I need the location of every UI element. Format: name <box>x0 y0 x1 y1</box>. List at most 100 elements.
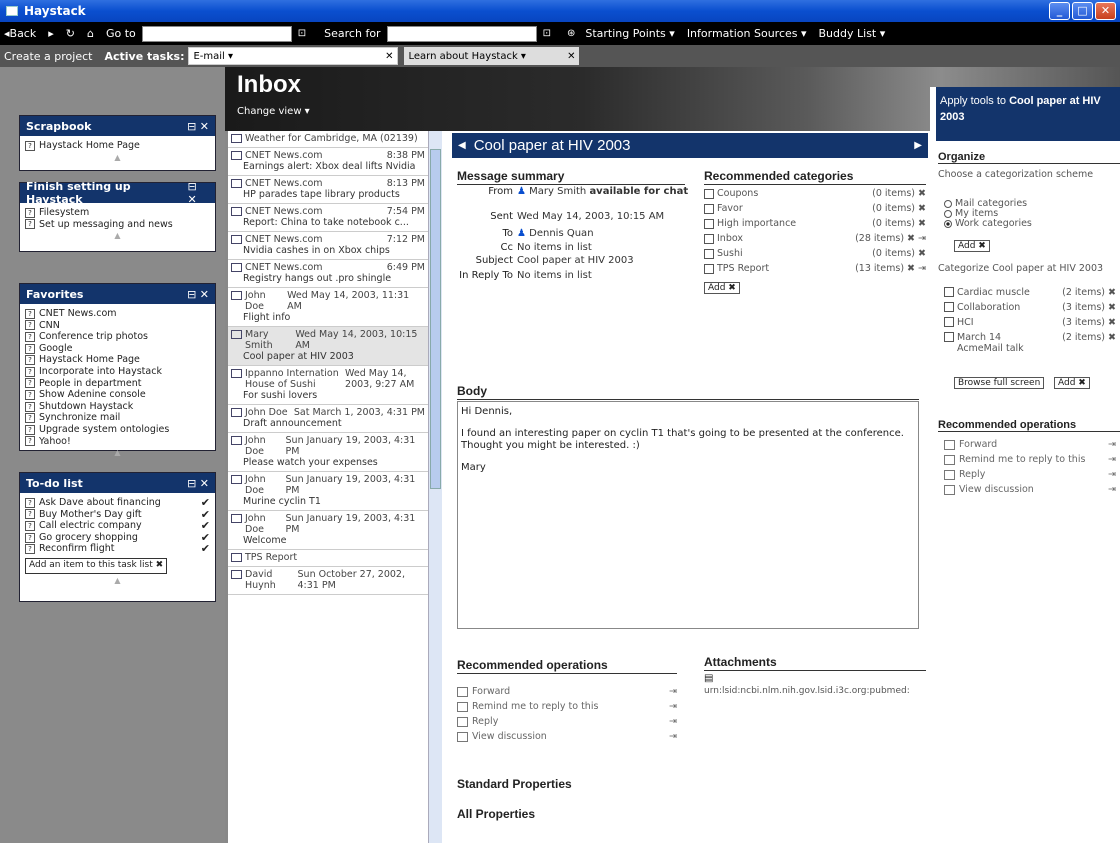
radio-button[interactable] <box>944 199 952 208</box>
previous-arrow-icon[interactable]: ◀ <box>458 140 466 151</box>
operation-item[interactable]: View discussion ⇥ <box>944 484 1116 495</box>
starting-points-menu[interactable]: Starting Points ▾ <box>585 27 674 40</box>
list-item[interactable]: ? CNN <box>25 320 210 332</box>
message-row[interactable]: CNET News.com 6:49 PM Registry hangs out .… <box>228 260 428 288</box>
minimize-button[interactable]: _ <box>1049 2 1070 20</box>
buddy-list-menu[interactable]: Buddy List ▾ <box>819 27 886 40</box>
message-row[interactable]: CNET News.com 7:12 PM Nvidia cashes in on … <box>228 232 428 260</box>
pin-icon[interactable]: ⇥ <box>669 686 677 697</box>
scheme-radio[interactable]: Work categories <box>944 219 1032 228</box>
next-arrow-icon[interactable]: ▶ <box>914 140 922 151</box>
checkmark-icon[interactable]: ✔ <box>201 509 210 521</box>
pin-icon[interactable]: ⇥ <box>1108 454 1116 465</box>
category-checkbox[interactable] <box>944 332 954 342</box>
message-row[interactable]: John Doe Sun January 19, 2003, 4:31 PM Ple… <box>228 433 428 472</box>
operation-item[interactable]: Forward ⇥ <box>944 439 1116 450</box>
message-row[interactable]: John Doe Sun January 19, 2003, 4:31 PM Wel… <box>228 511 428 550</box>
message-row[interactable]: Mary Smith Wed May 14, 2003, 10:15 AM Cool… <box>228 327 428 366</box>
add-category-button[interactable]: Add ✖ <box>704 282 740 294</box>
message-row[interactable]: Weather for Cambridge, MA (02139) <box>228 131 428 148</box>
list-item[interactable]: ? Ask Dave about financing ✔ <box>25 497 210 509</box>
maximize-button[interactable]: □ <box>1072 2 1093 20</box>
category-checkbox[interactable] <box>944 317 954 327</box>
goto-input[interactable] <box>141 25 292 42</box>
list-item[interactable]: ? Yahoo! <box>25 436 210 448</box>
category-item[interactable]: Coupons (0 items) ✖ <box>704 188 926 199</box>
category-checkbox[interactable] <box>704 263 714 274</box>
category-item[interactable]: TPS Report (13 items) ✖ ⇥ <box>704 263 926 274</box>
collapse-icon[interactable]: ▲ <box>20 576 215 587</box>
list-item[interactable]: ? Google <box>25 343 210 355</box>
from-value[interactable]: Mary Smith <box>529 186 586 197</box>
scheme-radio[interactable]: My items <box>944 209 998 218</box>
widget-controls[interactable]: ⊟ ✕ <box>187 120 209 133</box>
message-row[interactable]: CNET News.com 7:54 PM Report: China to tak… <box>228 204 428 232</box>
pin-icon[interactable]: ⇥ <box>669 716 677 727</box>
search-submit-icon[interactable]: ⊡ <box>543 28 551 39</box>
category-item[interactable]: Sushi (0 items) ✖ <box>704 248 926 259</box>
close-task-icon[interactable]: ✕ <box>385 51 393 62</box>
list-item[interactable]: ? Buy Mother's Day gift ✔ <box>25 509 210 521</box>
category-checkbox[interactable] <box>704 188 714 199</box>
list-item[interactable]: ? Conference trip photos <box>25 331 210 343</box>
list-item[interactable]: ? Set up messaging and news <box>25 219 210 231</box>
checkmark-icon[interactable]: ✔ <box>201 532 210 544</box>
right-category-item[interactable]: March 14 AcmeMail talk (2 items) ✖ <box>944 332 1116 354</box>
widget-controls[interactable]: ⊟ ✕ <box>188 180 209 206</box>
category-item[interactable]: Favor (0 items) ✖ <box>704 203 926 214</box>
category-item[interactable]: High importance (0 items) ✖ <box>704 218 926 229</box>
operation-item[interactable]: Remind me to reply to this ⇥ <box>457 701 677 712</box>
pin-icon[interactable]: ⇥ <box>1108 469 1116 480</box>
browse-full-screen-button[interactable]: Browse full screen <box>954 377 1045 389</box>
list-item[interactable]: ? CNET News.com <box>25 308 210 320</box>
refresh-icon[interactable]: ↻ <box>66 27 75 40</box>
scheme-radio[interactable]: Mail categories <box>944 199 1027 208</box>
category-checkbox[interactable] <box>944 302 954 312</box>
create-project-button[interactable]: Create a project <box>4 50 92 63</box>
task-tab-learn[interactable]: Learn about Haystack ▾ ✕ <box>404 47 580 65</box>
back-button[interactable]: ◂Back <box>4 27 36 40</box>
list-item[interactable]: ? Shutdown Haystack <box>25 401 210 413</box>
message-row[interactable]: John Doe Sun January 19, 2003, 4:31 PM Mur… <box>228 472 428 511</box>
information-sources-menu[interactable]: Information Sources ▾ <box>687 27 807 40</box>
message-row[interactable]: CNET News.com 8:38 PM Earnings alert: Xbox… <box>228 148 428 176</box>
pin-icon[interactable]: ⇥ <box>669 701 677 712</box>
category-item[interactable]: Inbox (28 items) ✖ ⇥ <box>704 233 926 244</box>
list-item[interactable]: ? Haystack Home Page <box>25 140 210 152</box>
goto-submit-icon[interactable]: ⊡ <box>298 28 306 39</box>
add-category-right-button[interactable]: Add ✖ <box>1054 377 1090 389</box>
scrollbar-thumb[interactable] <box>430 149 441 489</box>
operation-item[interactable]: Reply ⇥ <box>944 469 1116 480</box>
widget-controls[interactable]: ⊟ ✕ <box>187 477 209 490</box>
list-item[interactable]: ? Reconfirm flight ✔ <box>25 543 210 555</box>
home-icon[interactable]: ⌂ <box>87 27 94 40</box>
message-row[interactable]: CNET News.com 8:13 PM HP parades tape libr… <box>228 176 428 204</box>
list-item[interactable]: ? Filesystem <box>25 207 210 219</box>
message-row[interactable]: David Huynh Sun October 27, 2002, 4:31 PM <box>228 567 428 595</box>
right-category-item[interactable]: Cardiac muscle (2 items) ✖ <box>944 287 1116 298</box>
add-task-button[interactable]: Add an item to this task list ✖ <box>25 557 168 574</box>
right-category-item[interactable]: Collaboration (3 items) ✖ <box>944 302 1116 313</box>
radio-button[interactable] <box>944 219 952 228</box>
add-scheme-button[interactable]: Add ✖ <box>954 240 990 252</box>
pin-icon[interactable]: ⇥ <box>1108 439 1116 450</box>
checkmark-icon[interactable]: ✔ <box>201 520 210 532</box>
list-item[interactable]: ? Haystack Home Page <box>25 354 210 366</box>
checkmark-icon[interactable]: ✔ <box>201 497 210 509</box>
widget-controls[interactable]: ⊟ ✕ <box>187 288 209 301</box>
all-properties-heading[interactable]: All Properties <box>457 807 535 821</box>
collapse-icon[interactable]: ▲ <box>20 153 215 164</box>
operation-item[interactable]: Reply ⇥ <box>457 716 677 727</box>
list-item[interactable]: ? Call electric company ✔ <box>25 520 210 532</box>
standard-properties-heading[interactable]: Standard Properties <box>457 777 572 791</box>
pin-icon[interactable]: ⇥ <box>1108 484 1116 495</box>
list-item[interactable]: ? Synchronize mail <box>25 412 210 424</box>
message-row[interactable]: TPS Report <box>228 550 428 567</box>
gear-icon[interactable]: ⊛ <box>567 28 575 39</box>
checkmark-icon[interactable]: ✔ <box>201 543 210 555</box>
task-tab-email[interactable]: E-mail ▾ ✕ <box>188 47 399 65</box>
message-row[interactable]: John Doe Sat March 1, 2003, 4:31 PM Draft … <box>228 405 428 433</box>
category-checkbox[interactable] <box>944 287 954 297</box>
list-item[interactable]: ? Go grocery shopping ✔ <box>25 532 210 544</box>
collapse-icon[interactable]: ▲ <box>20 232 215 242</box>
